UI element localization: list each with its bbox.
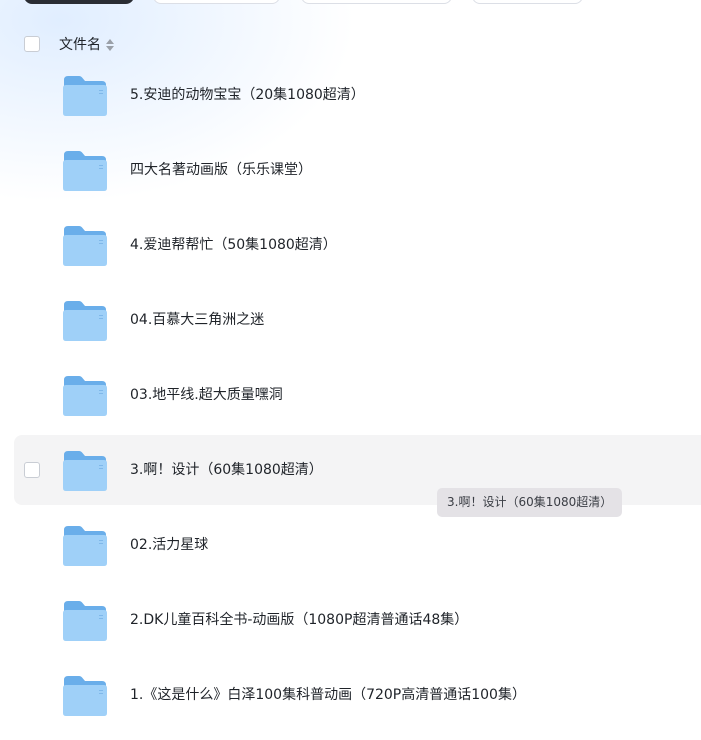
folder-icon [63, 676, 107, 716]
sort-icon[interactable] [106, 38, 114, 52]
file-name[interactable]: 1.《这是什么》白泽100集科普动画（720P高清普通话100集） [130, 686, 526, 704]
file-row[interactable]: 4.爱迪帮帮忙（50集1080超清） [14, 208, 701, 278]
folder-icon [63, 601, 107, 641]
toolbar-button-3[interactable] [301, 0, 452, 4]
filename-tooltip: 3.啊！设计（60集1080超清） [437, 488, 623, 517]
toolbar-primary-button[interactable] [24, 0, 134, 4]
file-row[interactable]: 2.DK儿童百科全书-动画版（1080P超清普通话48集） [14, 583, 701, 653]
file-row[interactable]: 5.安迪的动物宝宝（20集1080超清） [14, 58, 701, 128]
file-name[interactable]: 四大名著动画版（乐乐课堂） [130, 161, 312, 179]
file-name[interactable]: 2.DK儿童百科全书-动画版（1080P超清普通话48集） [130, 611, 468, 629]
file-name[interactable]: 02.活力星球 [130, 536, 208, 554]
file-name[interactable]: 3.啊！设计（60集1080超清） [130, 461, 323, 479]
file-row[interactable]: 04.百慕大三角洲之迷 [14, 283, 701, 353]
folder-icon [63, 226, 107, 266]
folder-icon [63, 301, 107, 341]
file-row[interactable]: 四大名著动画版（乐乐课堂） [14, 133, 701, 203]
folder-icon [63, 451, 107, 491]
row-checkbox[interactable] [24, 462, 40, 478]
file-name[interactable]: 03.地平线.超大质量嘿洞 [130, 386, 283, 404]
file-row[interactable]: 03.地平线.超大质量嘿洞 [14, 358, 701, 428]
file-list-header: 文件名 [0, 28, 701, 62]
folder-icon [63, 151, 107, 191]
column-header-filename[interactable]: 文件名 [59, 36, 114, 54]
select-all-checkbox[interactable] [24, 36, 40, 52]
file-row[interactable]: 02.活力星球 [14, 508, 701, 578]
toolbar [0, 0, 701, 5]
toolbar-button-4[interactable] [472, 0, 583, 4]
folder-icon [63, 526, 107, 566]
file-name[interactable]: 5.安迪的动物宝宝（20集1080超清） [130, 86, 365, 104]
column-header-label: 文件名 [59, 37, 101, 53]
toolbar-button-2[interactable] [153, 0, 280, 4]
file-name[interactable]: 4.爱迪帮帮忙（50集1080超清） [130, 236, 337, 254]
file-name[interactable]: 04.百慕大三角洲之迷 [130, 311, 264, 329]
folder-icon [63, 76, 107, 116]
file-row[interactable]: 1.《这是什么》白泽100集科普动画（720P高清普通话100集） [14, 658, 701, 728]
folder-icon [63, 376, 107, 416]
